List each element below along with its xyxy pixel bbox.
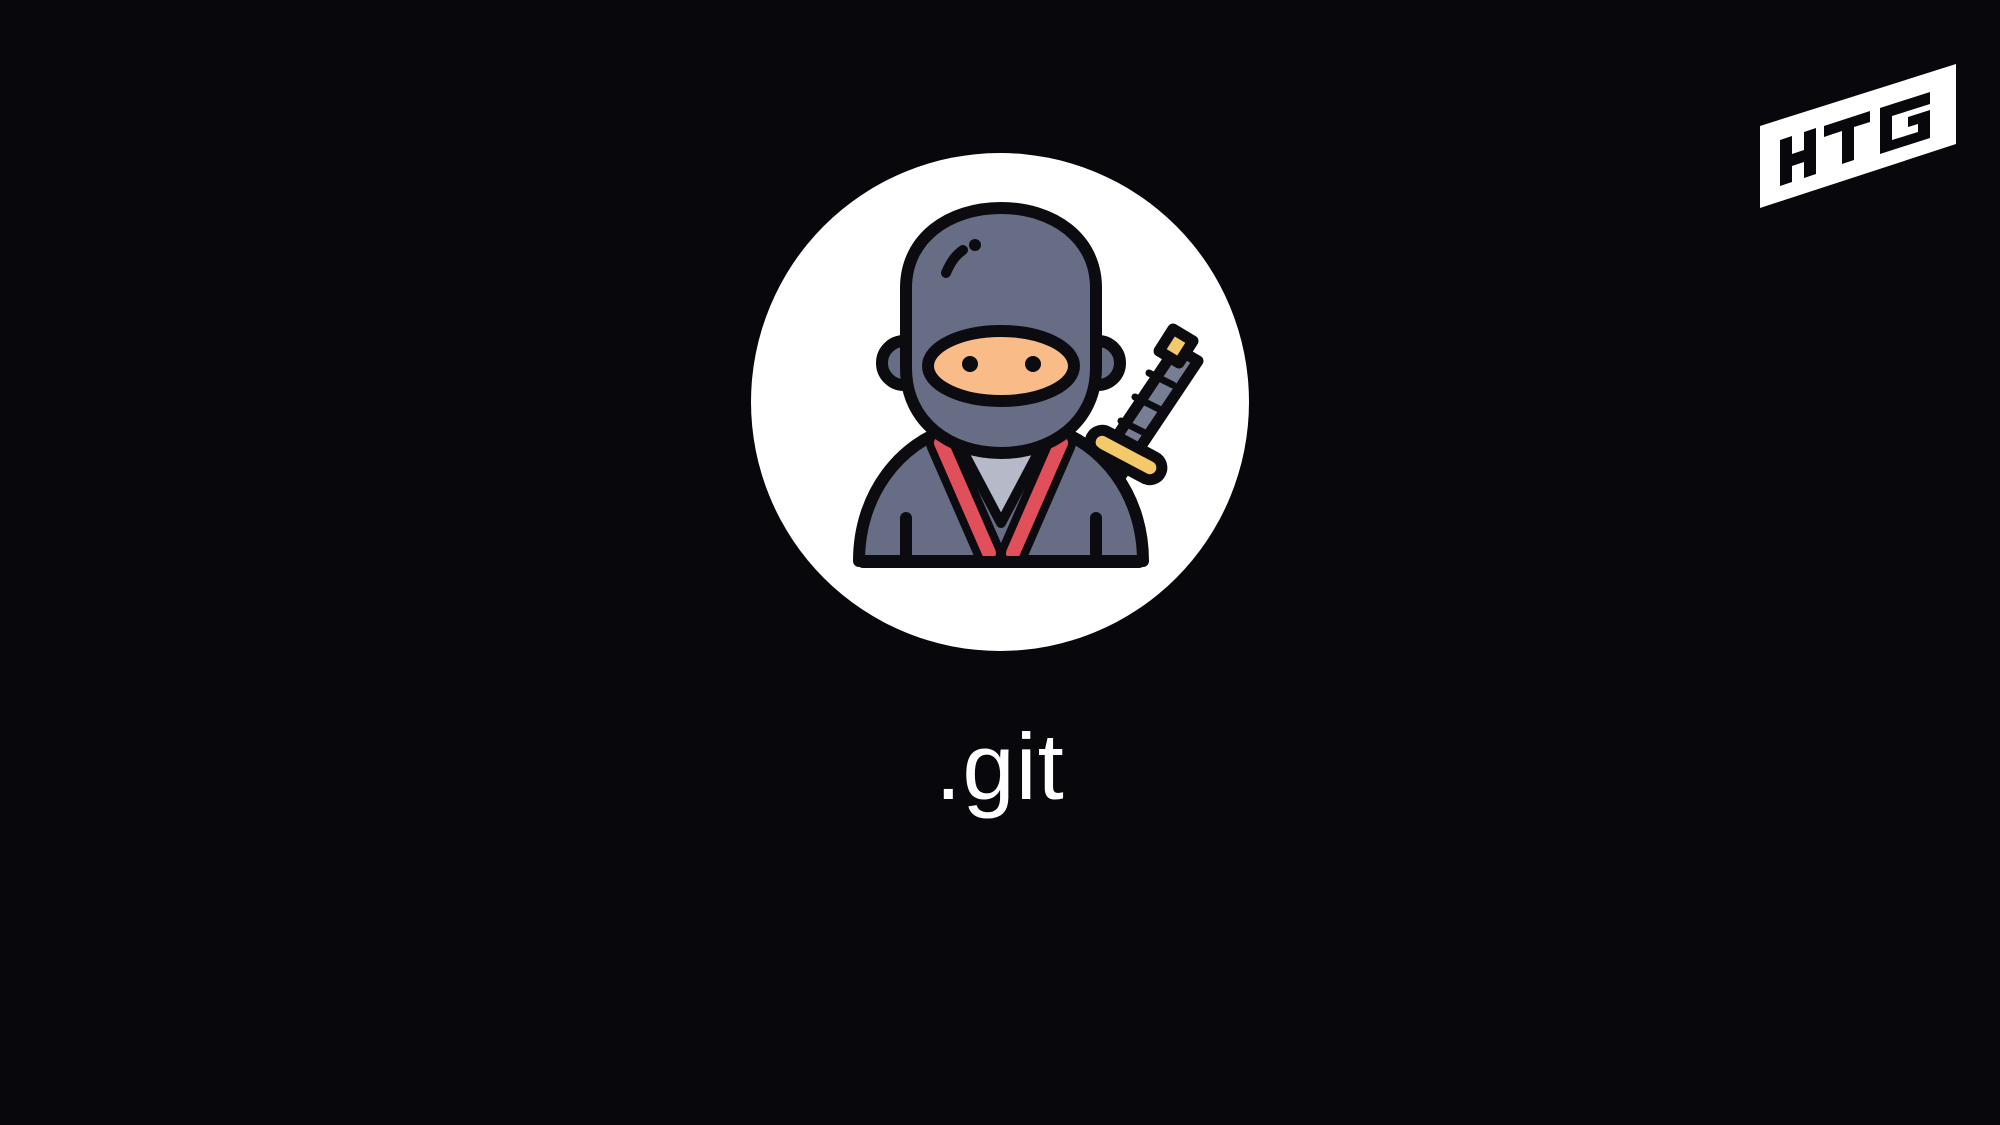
slide: .git <box>0 0 2000 1125</box>
right-eye-icon <box>1025 356 1041 372</box>
htg-logo-icon <box>1760 64 1956 208</box>
avatar <box>751 153 1249 651</box>
ninja-icon <box>853 202 1204 568</box>
left-eye-icon <box>962 356 978 372</box>
profile-name: .git <box>935 714 1065 819</box>
face-shape <box>922 325 1080 407</box>
